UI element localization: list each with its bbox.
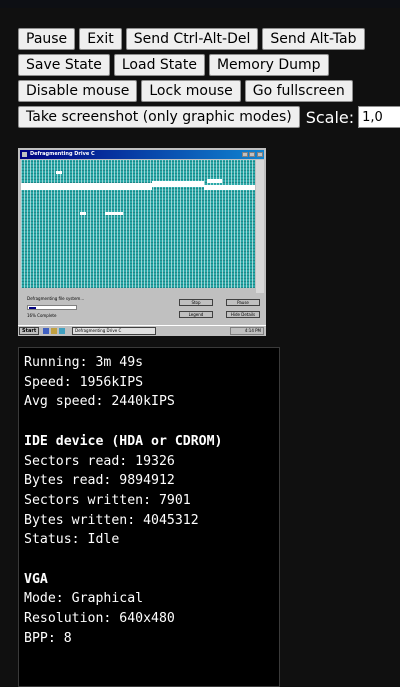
browser-icon[interactable] (43, 328, 49, 334)
pause-defrag-button[interactable]: Pause (226, 299, 260, 306)
window-title: Defragmenting Drive C (30, 151, 95, 157)
bytes-written: Bytes written: 4045312 (24, 512, 199, 528)
close-icon[interactable] (257, 152, 263, 157)
cluster-block (207, 179, 222, 183)
bytes-read: Bytes read: 9894912 (24, 473, 175, 489)
taskbar-item-defrag[interactable]: Defragmenting Drive C (72, 327, 156, 335)
maximize-icon[interactable] (249, 152, 255, 157)
taskbar: Start Defragmenting Drive C 4:14 PM (18, 325, 266, 336)
speed: Speed: 1956kIPS (24, 374, 144, 390)
window-titlebar: Defragmenting Drive C (20, 150, 264, 159)
memory-dump-button[interactable]: Memory Dump (208, 54, 329, 76)
scale-label: Scale: (305, 107, 355, 127)
defrag-icon (22, 152, 27, 157)
progress-fill (29, 307, 36, 309)
desktop-icon[interactable] (59, 328, 65, 334)
lock-mouse-button[interactable]: Lock mouse (141, 80, 241, 102)
status-text: Defragmenting file system... (27, 296, 85, 301)
exit-button[interactable]: Exit (79, 28, 122, 50)
send-ctrl-alt-del-button[interactable]: Send Ctrl-Alt-Del (125, 28, 259, 50)
emulator-screen[interactable]: Defragmenting Drive C Defragmenting file… (18, 148, 266, 336)
emulator-controls: Pause Exit Send Ctrl-Alt-Del Send Alt-Ta… (18, 28, 400, 132)
pause-button[interactable]: Pause (18, 28, 76, 50)
take-screenshot-button[interactable]: Take screenshot (only graphic modes) (18, 106, 300, 128)
cluster-block (105, 212, 123, 215)
disable-mouse-button[interactable]: Disable mouse (18, 80, 138, 102)
outlook-icon[interactable] (51, 328, 57, 334)
scrollbar[interactable] (256, 160, 264, 293)
cluster-block (21, 183, 152, 190)
go-fullscreen-button[interactable]: Go fullscreen (244, 80, 353, 102)
clock: 4:14 PM (230, 327, 264, 335)
ide-status: Status: Idle (24, 532, 120, 548)
ide-header: IDE device (HDA or CDROM) (24, 433, 223, 449)
top-bar (0, 0, 400, 8)
defrag-status-area: Defragmenting file system... 16% Complet… (21, 293, 264, 325)
sectors-written: Sectors written: 7901 (24, 492, 191, 508)
hide-details-button[interactable]: Hide Details (226, 311, 260, 318)
running-time: Running: 3m 49s (24, 355, 144, 370)
cluster-block (152, 181, 204, 187)
save-state-button[interactable]: Save State (18, 54, 110, 76)
scale-input[interactable] (358, 106, 400, 128)
defrag-progress-bar (27, 305, 77, 310)
legend-button[interactable]: Legend (179, 311, 213, 318)
start-button[interactable]: Start (19, 327, 39, 335)
minimize-icon[interactable] (242, 152, 248, 157)
load-state-button[interactable]: Load State (113, 54, 205, 76)
cluster-block (80, 212, 86, 215)
stats-panel: Running: 3m 49s Speed: 1956kIPS Avg spee… (18, 347, 280, 687)
vga-mode: Mode: Graphical (24, 591, 144, 607)
vga-bpp: BPP: 8 (24, 630, 72, 646)
vga-resolution: Resolution: 640x480 (24, 611, 175, 627)
cluster-block (204, 185, 255, 190)
avg-speed: Avg speed: 2440kIPS (24, 394, 175, 410)
vga-header: VGA (24, 571, 48, 587)
cluster-block (56, 171, 62, 174)
send-alt-tab-button[interactable]: Send Alt-Tab (262, 28, 365, 50)
sectors-read: Sectors read: 19326 (24, 453, 175, 469)
stop-button[interactable]: Stop (179, 299, 213, 306)
percent-text: 16% Complete (27, 313, 57, 318)
